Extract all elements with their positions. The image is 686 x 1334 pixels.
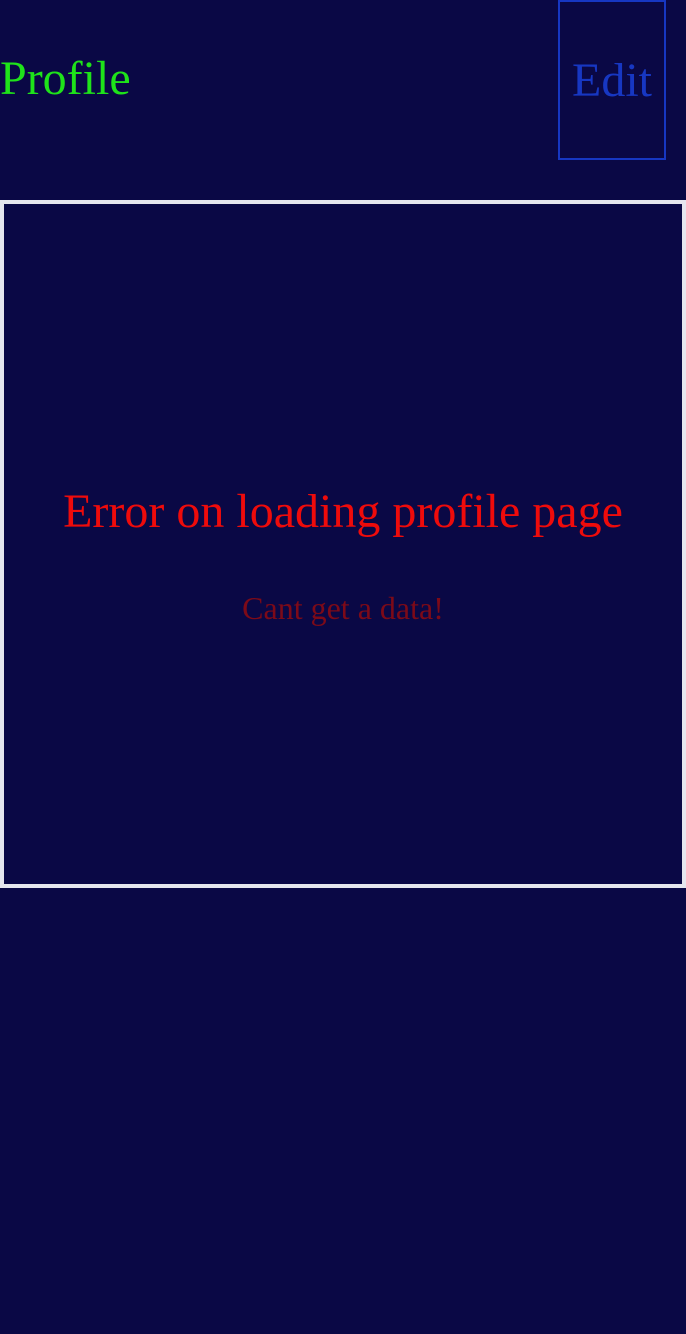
- page-title: Profile: [0, 52, 131, 105]
- error-title: Error on loading profile page: [63, 485, 623, 538]
- error-message: Cant get a data!: [242, 590, 444, 626]
- header-bar: Profile Edit: [0, 0, 686, 200]
- error-panel: Error on loading profile page Cant get a…: [0, 200, 686, 888]
- edit-button[interactable]: Edit: [558, 0, 666, 160]
